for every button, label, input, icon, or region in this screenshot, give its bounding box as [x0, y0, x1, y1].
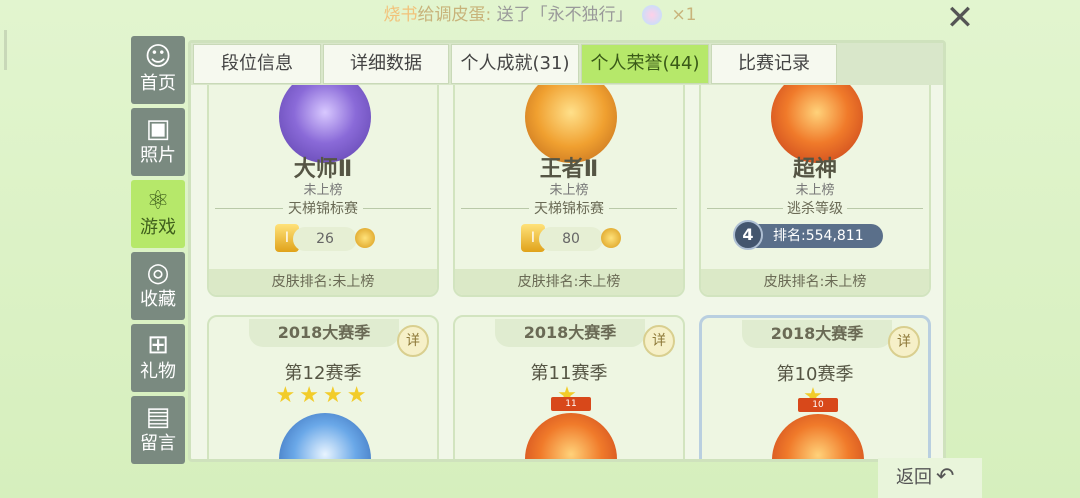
season-card-selected[interactable]: 2018大赛季 详 第10赛季 ★ 10 — [699, 315, 931, 459]
blue-medal-icon — [279, 413, 371, 459]
season-card[interactable]: 2018大赛季 详 第11赛季 ★ 11 — [453, 315, 685, 459]
honors-grid: 大师Ⅱ 未上榜 天梯锦标赛 Ⅰ 26 皮肤排名:未上榜 王者Ⅱ 未上榜 天梯锦标… — [191, 85, 943, 459]
coin-icon — [355, 228, 375, 248]
season-name: 第12赛季 — [284, 363, 362, 384]
sidebar-item-gifts[interactable]: ⊞ 礼物 — [131, 324, 185, 392]
honor-event: 天梯锦标赛 — [534, 201, 604, 217]
atom-icon: ⚛ — [146, 186, 170, 216]
broadcast-ticker: 烧书给调皮蛋: 送了「永不独行」 ×1 — [0, 2, 1080, 28]
season-ribbon: 11 — [551, 397, 591, 411]
sidebar-item-label: 留言 — [140, 433, 176, 454]
coin-icon — [601, 228, 621, 248]
edge-divider — [4, 30, 7, 70]
sidebar-item-photos[interactable]: ▣ 照片 — [131, 108, 185, 176]
photo-icon: ▣ — [145, 114, 171, 144]
honor-status: 未上榜 — [303, 183, 343, 198]
ticker-count: ×1 — [671, 5, 697, 25]
honor-card[interactable]: 大师Ⅱ 未上榜 天梯锦标赛 Ⅰ 26 皮肤排名:未上榜 — [207, 85, 439, 297]
rank-badge: 4 排名:554,811 — [733, 220, 883, 250]
tab-rank-info[interactable]: 段位信息 — [193, 44, 321, 84]
honor-event: 逃杀等级 — [787, 201, 843, 217]
home-icon: ☺ — [144, 42, 172, 72]
close-button[interactable]: ✕ — [940, 1, 980, 35]
rank-number: 4 — [733, 220, 763, 250]
honor-status: 未上榜 — [549, 183, 589, 198]
season-year: 2018大赛季 — [495, 319, 645, 347]
skin-rank: 皮肤排名:未上榜 — [701, 269, 929, 295]
detail-button[interactable]: 详 — [888, 326, 920, 358]
season-name: 第11赛季 — [530, 363, 608, 384]
tab-honors[interactable]: 个人荣誉(44) — [581, 44, 709, 84]
season-name: 第10赛季 — [776, 364, 854, 385]
season-card[interactable]: 2018大赛季 详 第12赛季 ★★★★ — [207, 315, 439, 459]
back-button[interactable]: 返回 ↶ — [878, 458, 982, 498]
sidebar-item-label: 首页 — [140, 73, 176, 94]
honor-event: 天梯锦标赛 — [288, 201, 358, 217]
sidebar-item-label: 照片 — [140, 145, 176, 166]
detail-button[interactable]: 详 — [397, 325, 429, 357]
sidebar-item-messages[interactable]: ▤ 留言 — [131, 396, 185, 464]
sidebar: ☺ 首页 ▣ 照片 ⚛ 游戏 ◎ 收藏 ⊞ 礼物 ▤ 留言 — [131, 36, 185, 468]
ticker-sender: 烧书 — [383, 5, 418, 25]
honors-panel: 段位信息 详细数据 个人成就(31) 个人荣誉(44) 比赛记录 大师Ⅱ 未上榜… — [188, 40, 946, 462]
tab-bar: 段位信息 详细数据 个人成就(31) 个人荣誉(44) 比赛记录 — [191, 43, 943, 85]
tab-match-history[interactable]: 比赛记录 — [711, 44, 837, 84]
season-year: 2018大赛季 — [249, 319, 399, 347]
tab-achievements[interactable]: 个人成就(31) — [451, 44, 579, 84]
back-arrow-icon: ↶ — [936, 464, 955, 489]
gift-icon: ⊞ — [147, 330, 169, 360]
sidebar-item-home[interactable]: ☺ 首页 — [131, 36, 185, 104]
honor-score: 80 — [539, 227, 603, 251]
gift-icon — [642, 5, 663, 25]
sidebar-item-label: 游戏 — [140, 217, 176, 238]
ticker-receiver: 给调皮蛋: — [417, 5, 492, 25]
sidebar-item-collection[interactable]: ◎ 收藏 — [131, 252, 185, 320]
honor-score: 26 — [293, 227, 357, 251]
skin-rank: 皮肤排名:未上榜 — [455, 269, 683, 295]
collection-icon: ◎ — [146, 258, 170, 288]
honor-status: 未上榜 — [795, 183, 835, 198]
sidebar-item-label: 礼物 — [140, 361, 176, 382]
sidebar-item-games[interactable]: ⚛ 游戏 — [131, 180, 185, 248]
season-year: 2018大赛季 — [742, 320, 892, 348]
back-label: 返回 — [896, 467, 932, 488]
rank-label: 排名:554,811 — [773, 228, 864, 244]
detail-button[interactable]: 详 — [643, 325, 675, 357]
tab-detailed-data[interactable]: 详细数据 — [323, 44, 449, 84]
skin-rank: 皮肤排名:未上榜 — [209, 269, 437, 295]
stars-icon: ★★★★ — [275, 383, 371, 408]
honor-card[interactable]: 超神 未上榜 逃杀等级 4 排名:554,811 皮肤排名:未上榜 — [699, 85, 931, 297]
crown-medal-icon — [525, 413, 617, 459]
honor-card[interactable]: 王者Ⅱ 未上榜 天梯锦标赛 Ⅰ 80 皮肤排名:未上榜 — [453, 85, 685, 297]
crown-medal-icon — [772, 414, 864, 459]
message-icon: ▤ — [145, 402, 171, 432]
sidebar-item-label: 收藏 — [140, 289, 176, 310]
ticker-gift: 送了「永不独行」 — [496, 5, 633, 25]
season-ribbon: 10 — [798, 398, 838, 412]
